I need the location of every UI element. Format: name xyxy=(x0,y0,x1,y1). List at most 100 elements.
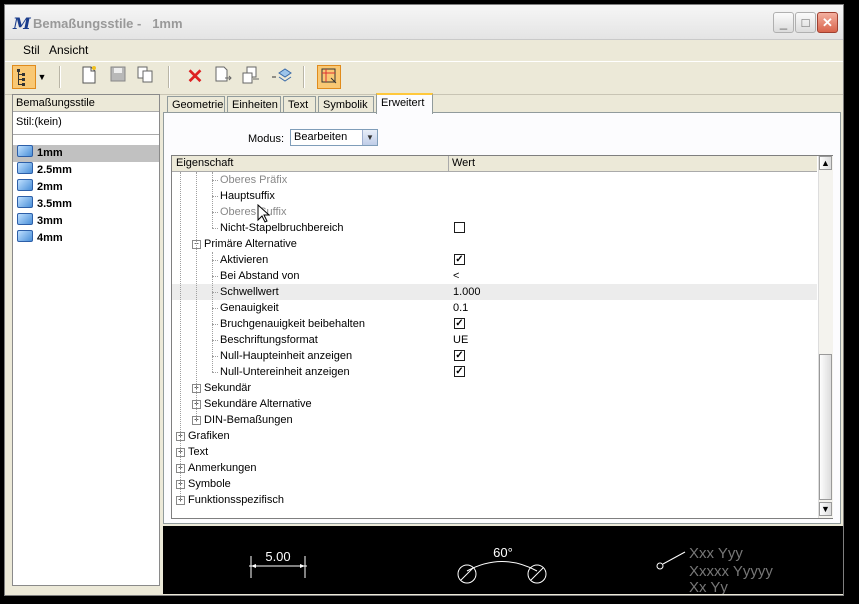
title-bar[interactable]: M Bemaßungsstile - 1mm _ □ ✕ xyxy=(5,5,843,40)
checkbox-unchecked[interactable] xyxy=(454,222,465,233)
grid-row[interactable]: + Funktionsspezifisch xyxy=(172,492,817,508)
style-item-3.5mm[interactable]: 3.5mm xyxy=(13,196,159,213)
grid-row[interactable]: − Primäre Alternative xyxy=(172,236,817,252)
grid-row[interactable]: + Text xyxy=(172,444,817,460)
styles-list-panel: Bemaßungsstile Stil:(kein) 1mm 2.5mm 2mm… xyxy=(12,94,160,586)
property-name: Symbole xyxy=(188,478,231,490)
modus-label: Modus: xyxy=(248,133,285,145)
checkbox-checked[interactable]: ✓ xyxy=(454,254,465,265)
checkbox-checked[interactable]: ✓ xyxy=(454,318,465,329)
dimension-style-icon xyxy=(17,162,33,174)
property-name: Sekundäre Alternative xyxy=(204,398,312,410)
menu-stil[interactable]: Stil xyxy=(23,43,40,57)
grid-row[interactable]: Schwellwert 1.000 xyxy=(172,284,817,300)
grid-row[interactable]: Null-Haupteinheit anzeigen ✓ xyxy=(172,348,817,364)
scrollbar-thumb[interactable] xyxy=(819,354,832,500)
dimension-style-icon xyxy=(17,213,33,225)
scroll-down-arrow-icon[interactable]: ▼ xyxy=(819,502,832,516)
linear-dimension-preview: 5.00 xyxy=(249,549,307,578)
grid-row[interactable]: Oberes Präfix xyxy=(172,172,817,188)
grid-row[interactable]: Null-Untereinheit anzeigen ✓ xyxy=(172,364,817,380)
modus-value: Bearbeiten xyxy=(294,131,348,143)
style-item-1mm[interactable]: 1mm xyxy=(13,145,159,162)
grid-row[interactable]: + Anmerkungen xyxy=(172,460,817,476)
window-title: Bemaßungsstile - 1mm xyxy=(33,16,183,31)
property-name: Sekundär xyxy=(204,382,252,394)
grid-row[interactable]: + DIN-Bemaßungen xyxy=(172,412,817,428)
grid-row[interactable]: + Grafiken xyxy=(172,428,817,444)
checkbox-checked[interactable]: ✓ xyxy=(454,366,465,377)
style-item-3mm[interactable]: 3mm xyxy=(13,213,159,230)
property-name: Funktionsspezifisch xyxy=(188,494,284,506)
property-value[interactable]: < xyxy=(453,268,459,284)
close-button[interactable]: ✕ xyxy=(817,12,838,33)
toolbar-separator xyxy=(303,66,305,88)
property-name: Nicht-Stapelbruchbereich xyxy=(220,222,344,234)
tree-connector xyxy=(212,372,218,373)
chevron-down-icon[interactable]: ▼ xyxy=(362,130,377,145)
tab-einheiten[interactable]: Einheiten xyxy=(227,96,281,113)
scroll-up-arrow-icon[interactable]: ▲ xyxy=(819,156,832,170)
minimize-button[interactable]: _ xyxy=(773,12,794,33)
grid-row[interactable]: + Sekundär xyxy=(172,380,817,396)
grid-row[interactable]: + Symbole xyxy=(172,476,817,492)
grid-row[interactable]: Bei Abstand von < xyxy=(172,268,817,284)
current-style-label: Stil:(kein) xyxy=(13,112,159,135)
app-logo-icon: M xyxy=(13,14,31,33)
tree-connector xyxy=(196,172,197,420)
style-item-4mm[interactable]: 4mm xyxy=(13,230,159,247)
property-value[interactable]: UE xyxy=(453,332,468,348)
property-name: Aktivieren xyxy=(220,254,269,266)
style-item-2mm[interactable]: 2mm xyxy=(13,179,159,196)
toolbar-separator xyxy=(59,66,61,88)
styles-list: 1mm 2.5mm 2mm 3.5mm 3mm 4mm xyxy=(13,145,159,247)
property-name: Schwellwert xyxy=(220,286,279,298)
property-name: Null-Untereinheit anzeigen xyxy=(220,366,350,378)
tab-geometrie[interactable]: Geometrie xyxy=(167,96,225,113)
tree-connector xyxy=(212,172,213,228)
grid-row[interactable]: Hauptsuffix xyxy=(172,188,817,204)
delete-icon[interactable]: ✕ xyxy=(183,65,207,89)
style-item-2.5mm[interactable]: 2.5mm xyxy=(13,162,159,179)
import-icon[interactable] xyxy=(211,65,235,89)
dimension-tool-icon[interactable] xyxy=(317,65,341,89)
tab-erweitert[interactable]: Erweitert xyxy=(376,93,433,114)
property-name: Hauptsuffix xyxy=(220,190,275,202)
angular-dimension-preview: 60° xyxy=(457,545,547,584)
dimension-preview: 5.00 60° Xxx Yyy Xxxxx Yyyyy Xx Yy xyxy=(163,526,843,596)
toolbar: ▼ ✕ xyxy=(5,61,843,95)
update-icon[interactable] xyxy=(269,65,293,89)
tab-symbolik[interactable]: Symbolik xyxy=(318,96,374,113)
grid-row[interactable]: Bruchgenauigkeit beibehalten ✓ xyxy=(172,316,817,332)
property-name: Text xyxy=(188,446,209,458)
save-icon[interactable] xyxy=(106,65,130,89)
property-name: Null-Haupteinheit anzeigen xyxy=(220,350,353,362)
export-icon[interactable] xyxy=(239,65,263,89)
dimension-style-icon xyxy=(17,145,33,157)
grid-row[interactable]: + Sekundäre Alternative xyxy=(172,396,817,412)
maximize-button[interactable]: □ xyxy=(795,12,816,33)
grid-header: Eigenschaft Wert xyxy=(172,156,817,172)
tree-connector xyxy=(180,172,181,500)
note-line-2: Xxxxx Yyyyy xyxy=(689,563,773,580)
copy-icon[interactable] xyxy=(133,65,157,89)
menu-bar: Stil Ansicht xyxy=(5,40,843,60)
dimension-style-icon xyxy=(17,230,33,242)
tree-connector xyxy=(212,252,213,372)
property-value[interactable]: 0.1 xyxy=(453,300,468,316)
dropdown-arrow-icon[interactable]: ▼ xyxy=(36,65,48,89)
grid-row[interactable]: Genauigkeit 0.1 xyxy=(172,300,817,316)
vertical-scrollbar[interactable]: ▲ ▼ xyxy=(818,156,833,518)
column-header-value[interactable]: Wert xyxy=(448,156,475,171)
menu-ansicht[interactable]: Ansicht xyxy=(49,43,88,57)
new-file-icon[interactable] xyxy=(77,65,101,89)
column-header-property[interactable]: Eigenschaft xyxy=(176,157,233,169)
grid-row[interactable]: Beschriftungsformat UE xyxy=(172,332,817,348)
checkbox-checked[interactable]: ✓ xyxy=(454,350,465,361)
modus-select[interactable]: Bearbeiten ▼ xyxy=(290,129,378,146)
tab-text[interactable]: Text xyxy=(283,96,316,113)
property-value[interactable]: 1.000 xyxy=(453,284,481,300)
grid-row[interactable]: Aktivieren ✓ xyxy=(172,252,817,268)
property-name: Primäre Alternative xyxy=(204,238,297,250)
tree-view-icon[interactable] xyxy=(12,65,36,89)
